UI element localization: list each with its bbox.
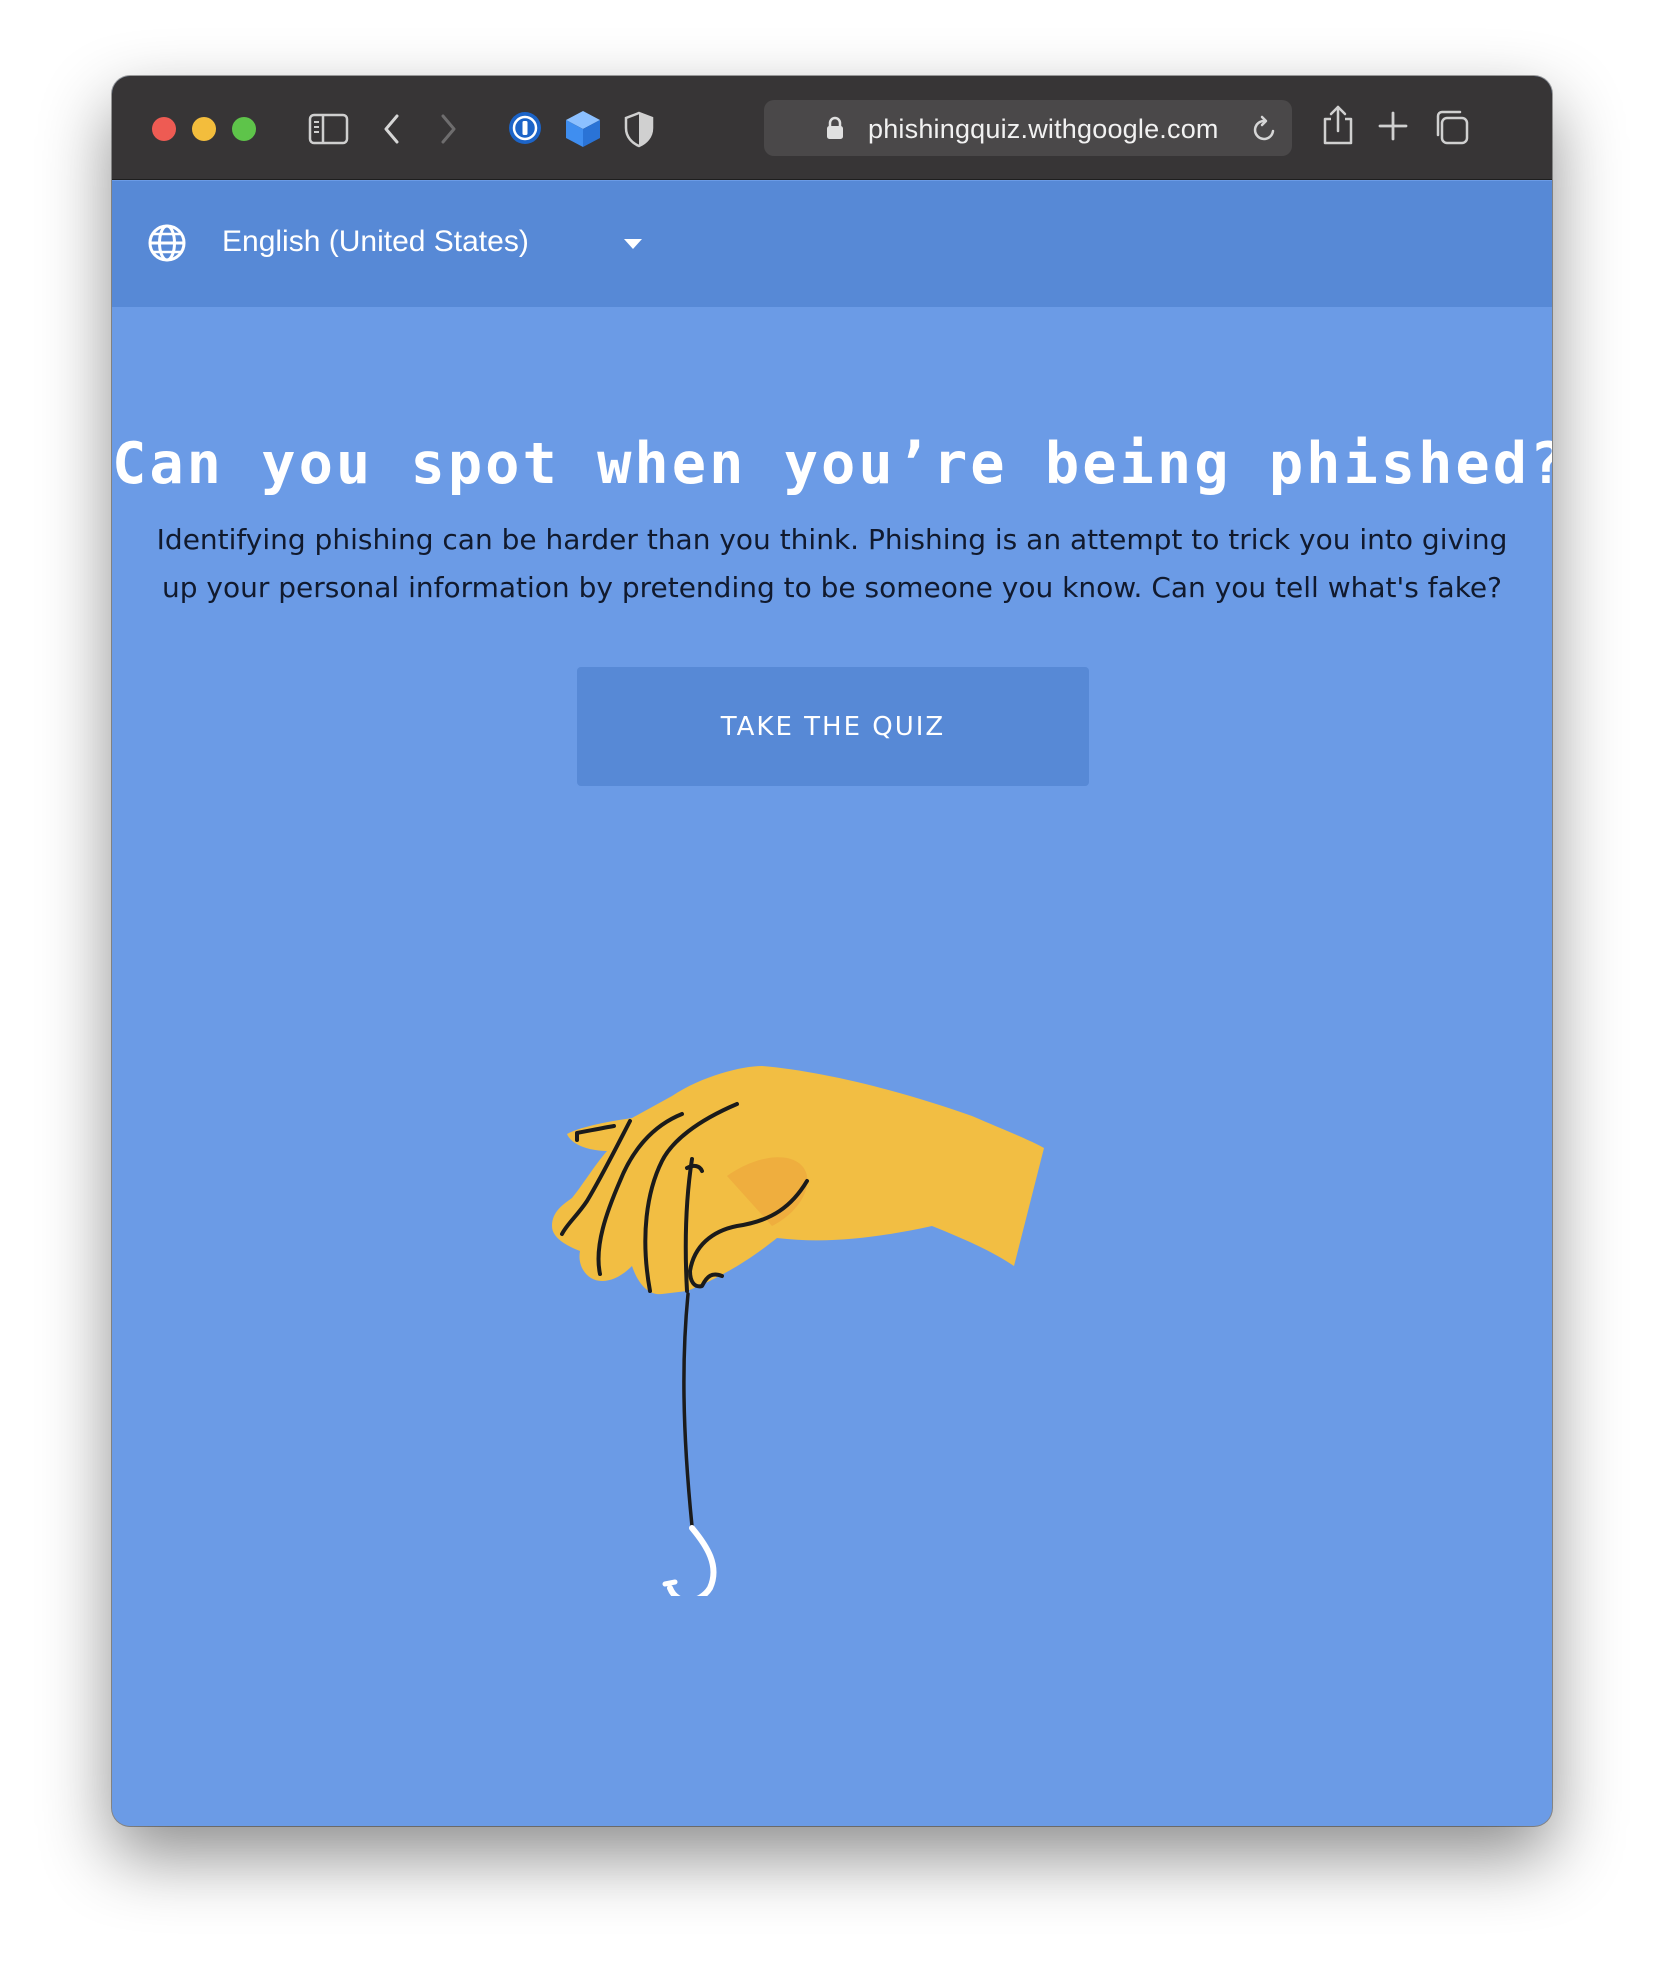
1password-icon[interactable] bbox=[507, 110, 543, 146]
page-title: Can you spot when you’re being phished? bbox=[112, 431, 1552, 497]
reload-icon[interactable] bbox=[1252, 115, 1278, 143]
lock-icon bbox=[827, 116, 843, 139]
back-icon[interactable] bbox=[380, 112, 404, 146]
hook-barb bbox=[662, 1579, 678, 1587]
language-selector[interactable]: English (United States) bbox=[112, 181, 1552, 307]
address-bar[interactable]: phishingquiz.withgoogle.com bbox=[764, 100, 1292, 156]
language-selected: English (United States) bbox=[222, 225, 529, 258]
share-icon[interactable] bbox=[1322, 104, 1354, 146]
hand-with-hook-illustration bbox=[552, 1066, 1044, 1596]
sidebar-icon[interactable] bbox=[308, 112, 350, 146]
forward-icon[interactable] bbox=[436, 112, 460, 146]
browser-window: phishingquiz.withgoogle.com English (Uni… bbox=[112, 76, 1552, 1826]
take-the-quiz-button[interactable]: TAKE THE QUIZ bbox=[577, 667, 1089, 786]
new-tab-icon[interactable] bbox=[1377, 110, 1409, 142]
shield-icon[interactable] bbox=[623, 110, 655, 148]
tabs-overview-icon[interactable] bbox=[1432, 108, 1470, 146]
url-text: phishingquiz.withgoogle.com bbox=[868, 114, 1219, 144]
box-icon[interactable] bbox=[564, 109, 602, 149]
close-window-button[interactable] bbox=[152, 117, 176, 141]
page-description: Identifying phishing can be harder than … bbox=[156, 523, 1508, 604]
minimize-window-button[interactable] bbox=[192, 117, 216, 141]
fishing-line bbox=[682, 1292, 694, 1528]
fishing-hook bbox=[667, 1525, 717, 1596]
zoom-window-button[interactable] bbox=[232, 117, 256, 141]
browser-toolbar: phishingquiz.withgoogle.com bbox=[112, 76, 1552, 180]
globe-icon bbox=[148, 224, 186, 262]
chevron-down-icon[interactable] bbox=[622, 237, 644, 251]
